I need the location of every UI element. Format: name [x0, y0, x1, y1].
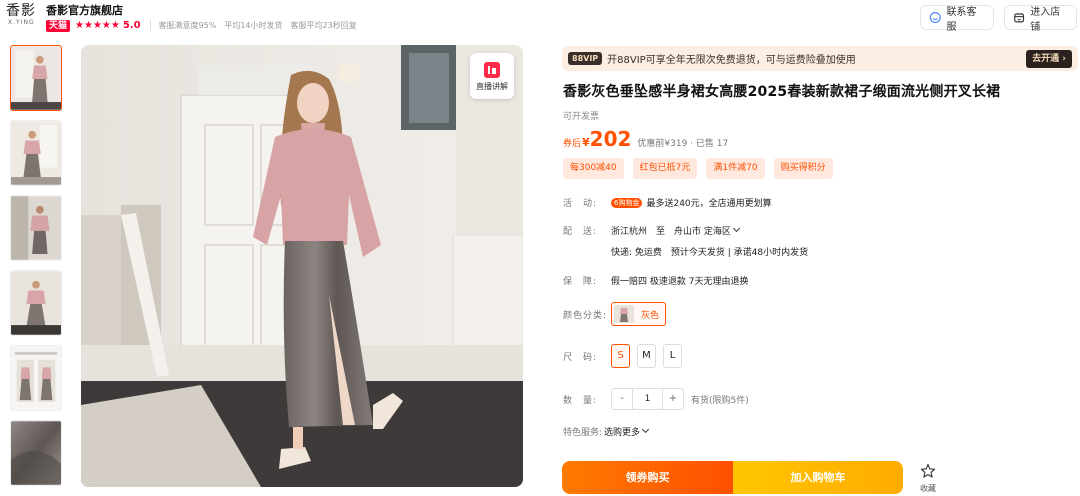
- promo-tag[interactable]: 红包已抵7元: [632, 158, 698, 179]
- thumbnail-image: [11, 46, 61, 110]
- chevron-down-icon[interactable]: [732, 224, 740, 233]
- main-product-image[interactable]: [81, 45, 523, 487]
- quantity-row: 数 量: - 1 + 有货(限购5件): [563, 388, 749, 410]
- thumbnail-2[interactable]: [10, 120, 62, 186]
- quantity-minus-button[interactable]: -: [612, 389, 632, 409]
- invoice-note: 可开发票: [563, 112, 600, 122]
- price-label: 券后: [563, 139, 582, 149]
- size-option-l[interactable]: L: [663, 344, 682, 368]
- vip-open-button[interactable]: 去开通 ›: [1026, 50, 1072, 68]
- size-option-m[interactable]: M: [637, 344, 656, 368]
- price-before-sold: 优惠前¥319 · 已售 17: [637, 139, 729, 149]
- guarantee-row: 保 障: 假一赔四 极速退款 7天无理由退换: [563, 274, 748, 287]
- vip-badge: 88VIP: [568, 52, 603, 65]
- shop-rating-row: 天猫 ★★★★★ 5.0 客服满意度95% 平均14小时发货 客服平均23秒回复: [46, 19, 365, 32]
- shop-logo[interactable]: 香影 X.YING: [6, 3, 42, 31]
- headset-icon: [929, 12, 941, 23]
- activity-text[interactable]: 最多送240元，全店通用更划算: [646, 196, 771, 209]
- favorite-button[interactable]: 收藏: [917, 463, 939, 494]
- metric-satisfaction: 客服满意度95%: [158, 21, 217, 30]
- enter-shop-button[interactable]: 进入店铺: [1004, 5, 1077, 33]
- stock-status: 有货(限购5件): [691, 395, 749, 406]
- thumbnail-6[interactable]: [10, 420, 62, 486]
- purchase-actions: 领券购买 加入购物车: [562, 461, 903, 494]
- services-more[interactable]: 选购更多: [604, 425, 640, 438]
- product-title: 香影灰色垂坠感半身裙女高腰2025春装新款裙子缎面流光侧开叉长裙: [563, 84, 1001, 100]
- star-icon: [920, 463, 936, 478]
- activity-label: 活 动:: [563, 199, 598, 209]
- store-icon: [1014, 13, 1025, 23]
- quantity-plus-button[interactable]: +: [663, 389, 683, 409]
- color-option-gray[interactable]: 灰色: [611, 302, 667, 326]
- product-photo: [81, 45, 523, 487]
- size-label: 尺 码:: [563, 352, 598, 363]
- services-label: 特色服务:: [563, 428, 603, 438]
- enter-shop-label: 进入店铺: [1030, 6, 1061, 33]
- color-swatch: [614, 305, 634, 323]
- rating-stars-icon: ★★★★★: [75, 20, 120, 31]
- contact-service-button[interactable]: 联系客服: [920, 5, 994, 33]
- live-icon: [484, 62, 500, 78]
- size-row: 尺 码: S M L: [563, 344, 689, 368]
- delivery-row: 配 送: 浙江杭州 至 舟山市 定海区: [563, 224, 740, 237]
- thumbnail-3[interactable]: [10, 195, 62, 261]
- live-label: 直播讲解: [476, 82, 508, 91]
- thumbnail-4[interactable]: [10, 270, 62, 336]
- color-option-label: 灰色: [641, 310, 660, 321]
- quantity-label: 数 量:: [563, 395, 598, 406]
- thumbnail-image: [11, 196, 61, 260]
- thumbnail-image: [11, 421, 61, 485]
- metric-response: 客服平均23秒回复: [290, 21, 357, 30]
- quantity-input[interactable]: 1: [632, 389, 663, 409]
- buy-with-coupon-button[interactable]: 领券购买: [562, 461, 733, 494]
- thumbnail-list: [10, 45, 62, 495]
- shop-header: 香影 X.YING 香影官方旗舰店 天猫 ★★★★★ 5.0 客服满意度95% …: [0, 0, 1080, 36]
- thumbnail-5[interactable]: [10, 345, 62, 411]
- price-row: 券后 ¥ 202 优惠前¥319 · 已售 17: [563, 127, 728, 151]
- delivery-detail: 快递: 免运费 预计今天发货 | 承诺48小时内发货: [611, 248, 809, 258]
- add-to-cart-button[interactable]: 加入购物车: [733, 461, 903, 494]
- shop-rating: 5.0: [122, 20, 141, 31]
- activity-row: 活 动: 6购物金 最多送240元，全店通用更划算: [563, 196, 772, 209]
- metric-shipping: 平均14小时发货: [224, 21, 283, 30]
- delivery-label: 配 送:: [563, 227, 598, 237]
- tmall-badge: 天猫: [46, 19, 71, 32]
- live-explain-button[interactable]: 直播讲解: [470, 53, 514, 99]
- shop-metrics: 客服满意度95% 平均14小时发货 客服平均23秒回复: [149, 20, 365, 31]
- color-label: 颜色分类:: [563, 310, 608, 321]
- thumbnail-image: [11, 346, 61, 410]
- promo-tag[interactable]: 每300减40: [563, 158, 624, 179]
- promo-tag[interactable]: 满1件减70: [706, 158, 765, 179]
- gift-tag: 6购物金: [611, 197, 643, 208]
- color-row: 颜色分类: 灰色: [563, 302, 667, 326]
- promo-tags: 每300减40 红包已抵7元 满1件减70 购买得积分: [563, 158, 842, 179]
- shop-name[interactable]: 香影官方旗舰店: [46, 2, 123, 18]
- favorite-label: 收藏: [920, 484, 936, 493]
- size-option-s[interactable]: S: [611, 344, 630, 368]
- price-value: 202: [589, 127, 632, 151]
- vip-text: 开88VIP可享全年无限次免费退货，可与运费险叠加使用: [607, 55, 856, 66]
- promo-tag[interactable]: 购买得积分: [773, 158, 833, 179]
- guarantee-label: 保 障:: [563, 277, 598, 287]
- logo-subtext: X.YING: [8, 19, 35, 26]
- logo-text: 香影: [6, 3, 36, 19]
- services-row: 特色服务: 选购更多: [563, 425, 650, 438]
- quantity-stepper: - 1 +: [611, 388, 684, 410]
- vip-banner: 88VIP 开88VIP可享全年无限次免费退货，可与运费险叠加使用 去开通 ›: [562, 46, 1078, 71]
- contact-service-label: 联系客服: [946, 6, 977, 33]
- price-currency: ¥: [582, 136, 590, 149]
- chevron-down-icon[interactable]: [642, 425, 650, 434]
- thumbnail-image: [11, 271, 61, 335]
- thumbnail-1[interactable]: [10, 45, 62, 111]
- delivery-route[interactable]: 浙江杭州 至 舟山市 定海区: [611, 224, 731, 237]
- guarantee-text: 假一赔四 极速退款 7天无理由退换: [611, 277, 749, 287]
- thumbnail-image: [11, 121, 61, 185]
